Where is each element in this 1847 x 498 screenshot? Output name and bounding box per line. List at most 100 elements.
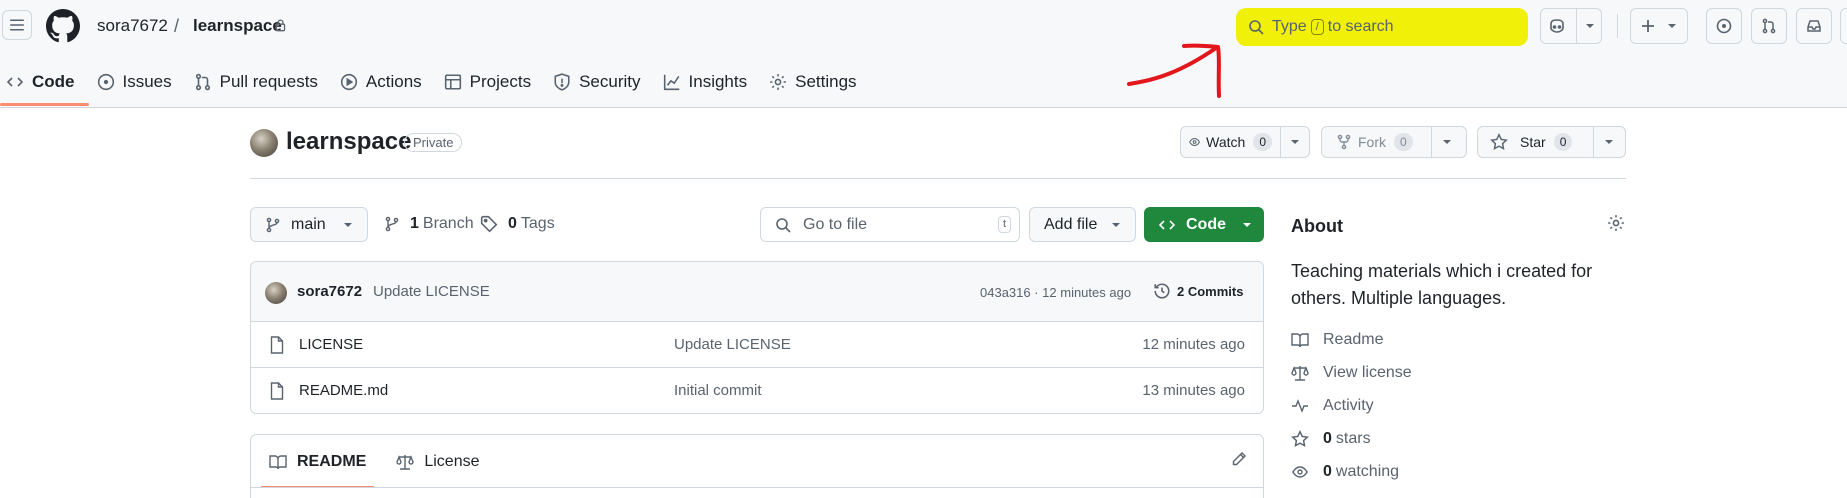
about-watching-link[interactable]: 0 watching bbox=[1291, 463, 1399, 481]
readme-panel: README License bbox=[250, 434, 1264, 498]
search-placeholder-suffix: to search bbox=[1327, 18, 1394, 35]
chevron-down-icon bbox=[344, 222, 352, 227]
tab-projects[interactable]: Projects bbox=[438, 64, 541, 100]
search-input[interactable]: Type / to search bbox=[1236, 8, 1528, 46]
copilot-icon bbox=[1549, 19, 1564, 33]
code-icon bbox=[1158, 219, 1176, 230]
tab-label: Projects bbox=[469, 72, 532, 91]
star-button[interactable]: Star 0 bbox=[1477, 126, 1626, 158]
chevron-down-icon bbox=[1668, 24, 1676, 28]
visibility-badge: Private bbox=[404, 133, 463, 152]
file-row[interactable]: README.md Initial commit 13 minutes ago bbox=[251, 368, 1263, 413]
gear-icon bbox=[770, 74, 786, 90]
branches-link[interactable]: 1 Branch bbox=[384, 215, 474, 233]
issue-opened-icon bbox=[1716, 18, 1732, 34]
tab-settings[interactable]: Settings bbox=[763, 64, 866, 100]
file-commit-message[interactable]: Update LICENSE bbox=[674, 336, 791, 353]
inbox-icon bbox=[1807, 20, 1821, 32]
tag-count: 0 bbox=[508, 215, 517, 232]
tab-pull-requests[interactable]: Pull requests bbox=[188, 64, 328, 100]
file-name[interactable]: README.md bbox=[299, 382, 388, 399]
book-icon bbox=[269, 455, 287, 470]
watch-dropdown[interactable] bbox=[1281, 127, 1309, 157]
commits-link[interactable]: 2 Commits bbox=[1153, 282, 1243, 300]
tab-label: Pull requests bbox=[219, 72, 318, 91]
about-heading: About bbox=[1291, 216, 1343, 236]
tab-readme[interactable]: README bbox=[261, 449, 375, 488]
latest-commit-row: sora7672 Update LICENSE 043a316 · 12 min… bbox=[251, 262, 1263, 322]
stars-count: 0 bbox=[1323, 430, 1332, 447]
repo-title[interactable]: learnspace bbox=[286, 128, 411, 156]
watch-button[interactable]: Watch 0 bbox=[1180, 126, 1310, 158]
code-button[interactable]: Code bbox=[1144, 207, 1264, 242]
create-new-button[interactable] bbox=[1630, 8, 1688, 44]
tab-license[interactable]: License bbox=[388, 449, 487, 475]
tab-issues[interactable]: Issues bbox=[91, 64, 182, 100]
about-license-label: View license bbox=[1323, 364, 1412, 381]
git-pull-request-icon bbox=[1762, 18, 1776, 34]
tab-code[interactable]: Code bbox=[0, 64, 88, 106]
inbox-button[interactable] bbox=[1796, 8, 1832, 44]
about-activity-link[interactable]: Activity bbox=[1291, 397, 1374, 415]
breadcrumb-repo-link[interactable]: learnspace bbox=[193, 16, 282, 36]
repo-owner-avatar[interactable] bbox=[250, 129, 278, 157]
commit-sha-time[interactable]: 043a316 · 12 minutes ago bbox=[980, 285, 1131, 300]
branch-count-label: Branch bbox=[422, 215, 474, 232]
history-icon bbox=[1154, 283, 1170, 299]
table-icon bbox=[444, 74, 461, 90]
file-row[interactable]: LICENSE Update LICENSE 12 minutes ago bbox=[251, 322, 1263, 368]
star-icon bbox=[1490, 133, 1508, 151]
readme-divider bbox=[251, 487, 1263, 488]
star-dropdown[interactable] bbox=[1594, 127, 1624, 157]
fork-button[interactable]: Fork 0 bbox=[1321, 126, 1467, 158]
tab-insights[interactable]: Insights bbox=[657, 64, 758, 100]
annotation-arrow bbox=[1127, 43, 1221, 98]
tab-label: Issues bbox=[122, 72, 172, 91]
hamburger-menu-button[interactable] bbox=[2, 10, 32, 40]
repo-forked-icon bbox=[1337, 134, 1351, 150]
tab-security[interactable]: Security bbox=[547, 64, 650, 100]
tab-actions[interactable]: Actions bbox=[334, 64, 432, 100]
pencil-icon[interactable] bbox=[1231, 451, 1247, 467]
copilot-button[interactable] bbox=[1540, 8, 1602, 44]
commit-message[interactable]: Update LICENSE bbox=[373, 283, 490, 300]
breadcrumb-owner-link[interactable]: sora7672 bbox=[97, 16, 168, 36]
file-name[interactable]: LICENSE bbox=[299, 336, 363, 353]
repo-tabs: Code Issues Pull requests Actions Projec… bbox=[0, 64, 873, 108]
tab-label: Actions bbox=[365, 72, 422, 91]
commit-author-avatar[interactable] bbox=[265, 282, 287, 304]
watching-count: 0 bbox=[1323, 463, 1332, 480]
about-stars-link[interactable]: 0 stars bbox=[1291, 430, 1371, 448]
add-file-button[interactable]: Add file bbox=[1029, 207, 1136, 242]
header-divider bbox=[1617, 14, 1618, 38]
star-label: Star bbox=[1520, 134, 1546, 150]
chevron-down-icon bbox=[1112, 222, 1121, 227]
commit-author[interactable]: sora7672 bbox=[297, 283, 362, 300]
chevron-down-icon bbox=[1605, 140, 1613, 144]
issues-header-button[interactable] bbox=[1706, 8, 1742, 44]
eye-icon bbox=[1292, 466, 1308, 478]
file-table: sora7672 Update LICENSE 043a316 · 12 min… bbox=[250, 261, 1264, 414]
user-avatar-button[interactable] bbox=[1840, 8, 1847, 44]
file-commit-date: 12 minutes ago bbox=[1142, 336, 1245, 353]
plus-icon bbox=[1642, 20, 1654, 32]
github-logo[interactable] bbox=[46, 9, 80, 43]
law-icon bbox=[396, 455, 415, 470]
tag-count-label: Tags bbox=[520, 215, 555, 232]
file-commit-message[interactable]: Initial commit bbox=[674, 382, 762, 399]
about-activity-label: Activity bbox=[1323, 397, 1374, 414]
about-license-link[interactable]: View license bbox=[1291, 364, 1412, 382]
branch-selector[interactable]: main bbox=[250, 207, 368, 242]
add-file-label: Add file bbox=[1044, 215, 1098, 233]
about-readme-link[interactable]: Readme bbox=[1291, 331, 1383, 349]
title-divider bbox=[250, 178, 1626, 179]
gear-icon[interactable] bbox=[1607, 214, 1625, 232]
search-icon bbox=[776, 217, 791, 233]
tags-link[interactable]: 0 Tags bbox=[480, 215, 555, 233]
play-icon bbox=[340, 73, 358, 91]
go-to-file-input[interactable]: Go to file t bbox=[760, 207, 1020, 242]
chevron-down-icon bbox=[1291, 140, 1299, 144]
fork-dropdown[interactable] bbox=[1432, 127, 1462, 157]
pull-requests-header-button[interactable] bbox=[1751, 8, 1787, 44]
watching-label: watching bbox=[1335, 463, 1400, 480]
